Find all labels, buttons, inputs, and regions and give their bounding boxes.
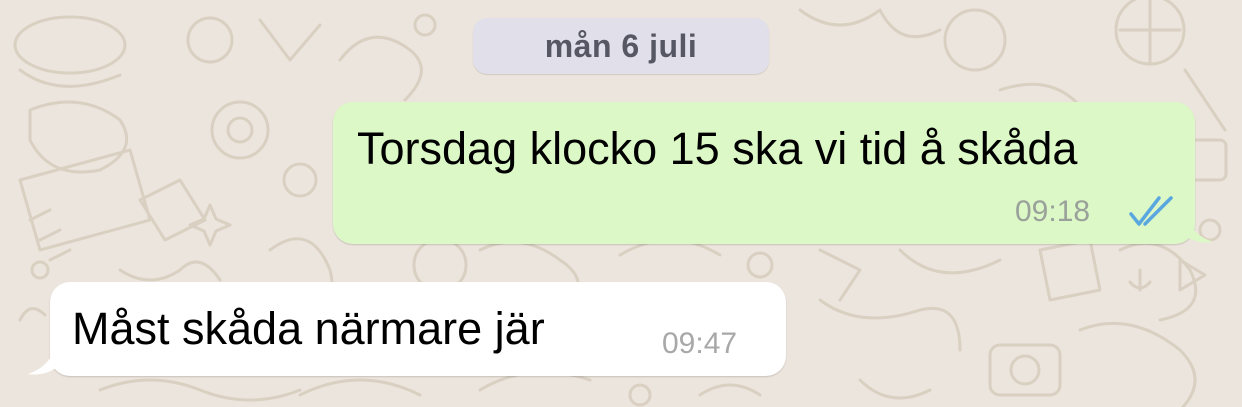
double-check-read-icon — [1129, 196, 1173, 226]
date-divider-label: mån 6 juli — [544, 27, 698, 64]
incoming-bubble-tail — [28, 338, 58, 375]
message-text: Torsdag klocko 15 ska vi tid å skåda — [357, 123, 1078, 174]
outgoing-bubble-tail — [1183, 206, 1213, 243]
message-text: Måst skåda närmare jär — [72, 303, 545, 354]
message-timestamp: 09:18 — [1015, 195, 1091, 228]
date-divider: mån 6 juli — [473, 18, 769, 74]
message-timestamp: 09:47 — [662, 327, 738, 360]
incoming-message-bubble[interactable]: Måst skåda närmare jär 09:47 — [28, 282, 786, 376]
outgoing-message-bubble[interactable]: Torsdag klocko 15 ska vi tid å skåda 09:… — [333, 102, 1213, 244]
